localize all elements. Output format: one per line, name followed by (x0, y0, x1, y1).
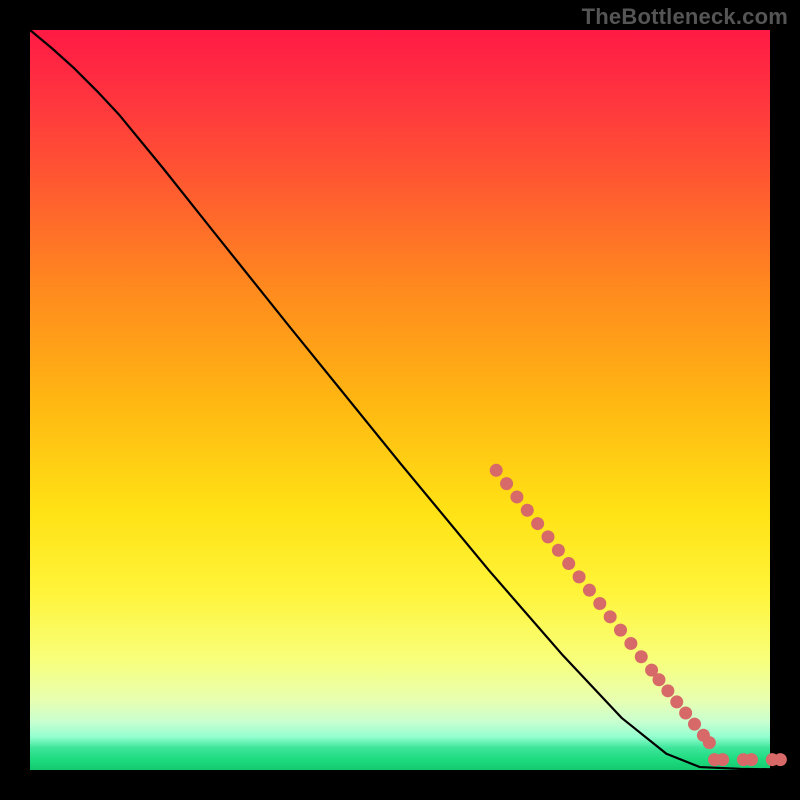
data-dot (774, 753, 787, 766)
data-dot (716, 753, 729, 766)
data-dot (562, 557, 575, 570)
data-dot (679, 707, 692, 720)
data-dot (661, 684, 674, 697)
data-dot (531, 517, 544, 530)
data-dot (490, 464, 503, 477)
data-dot (593, 597, 606, 610)
data-dot (604, 610, 617, 623)
data-dot (500, 477, 513, 490)
data-dot (635, 650, 648, 663)
data-dot (521, 504, 534, 517)
data-dot (688, 718, 701, 731)
watermark-text: TheBottleneck.com (582, 4, 788, 30)
data-dot (745, 753, 758, 766)
chart-stage: TheBottleneck.com (0, 0, 800, 800)
data-dot (653, 673, 666, 686)
data-dot (552, 544, 565, 557)
data-dot (510, 490, 523, 503)
chart-svg (0, 0, 800, 800)
data-dot (670, 695, 683, 708)
data-dot (542, 530, 555, 543)
data-dot (703, 736, 716, 749)
data-dot (614, 624, 627, 637)
data-dot (624, 637, 637, 650)
data-dot (583, 584, 596, 597)
data-dot (573, 570, 586, 583)
